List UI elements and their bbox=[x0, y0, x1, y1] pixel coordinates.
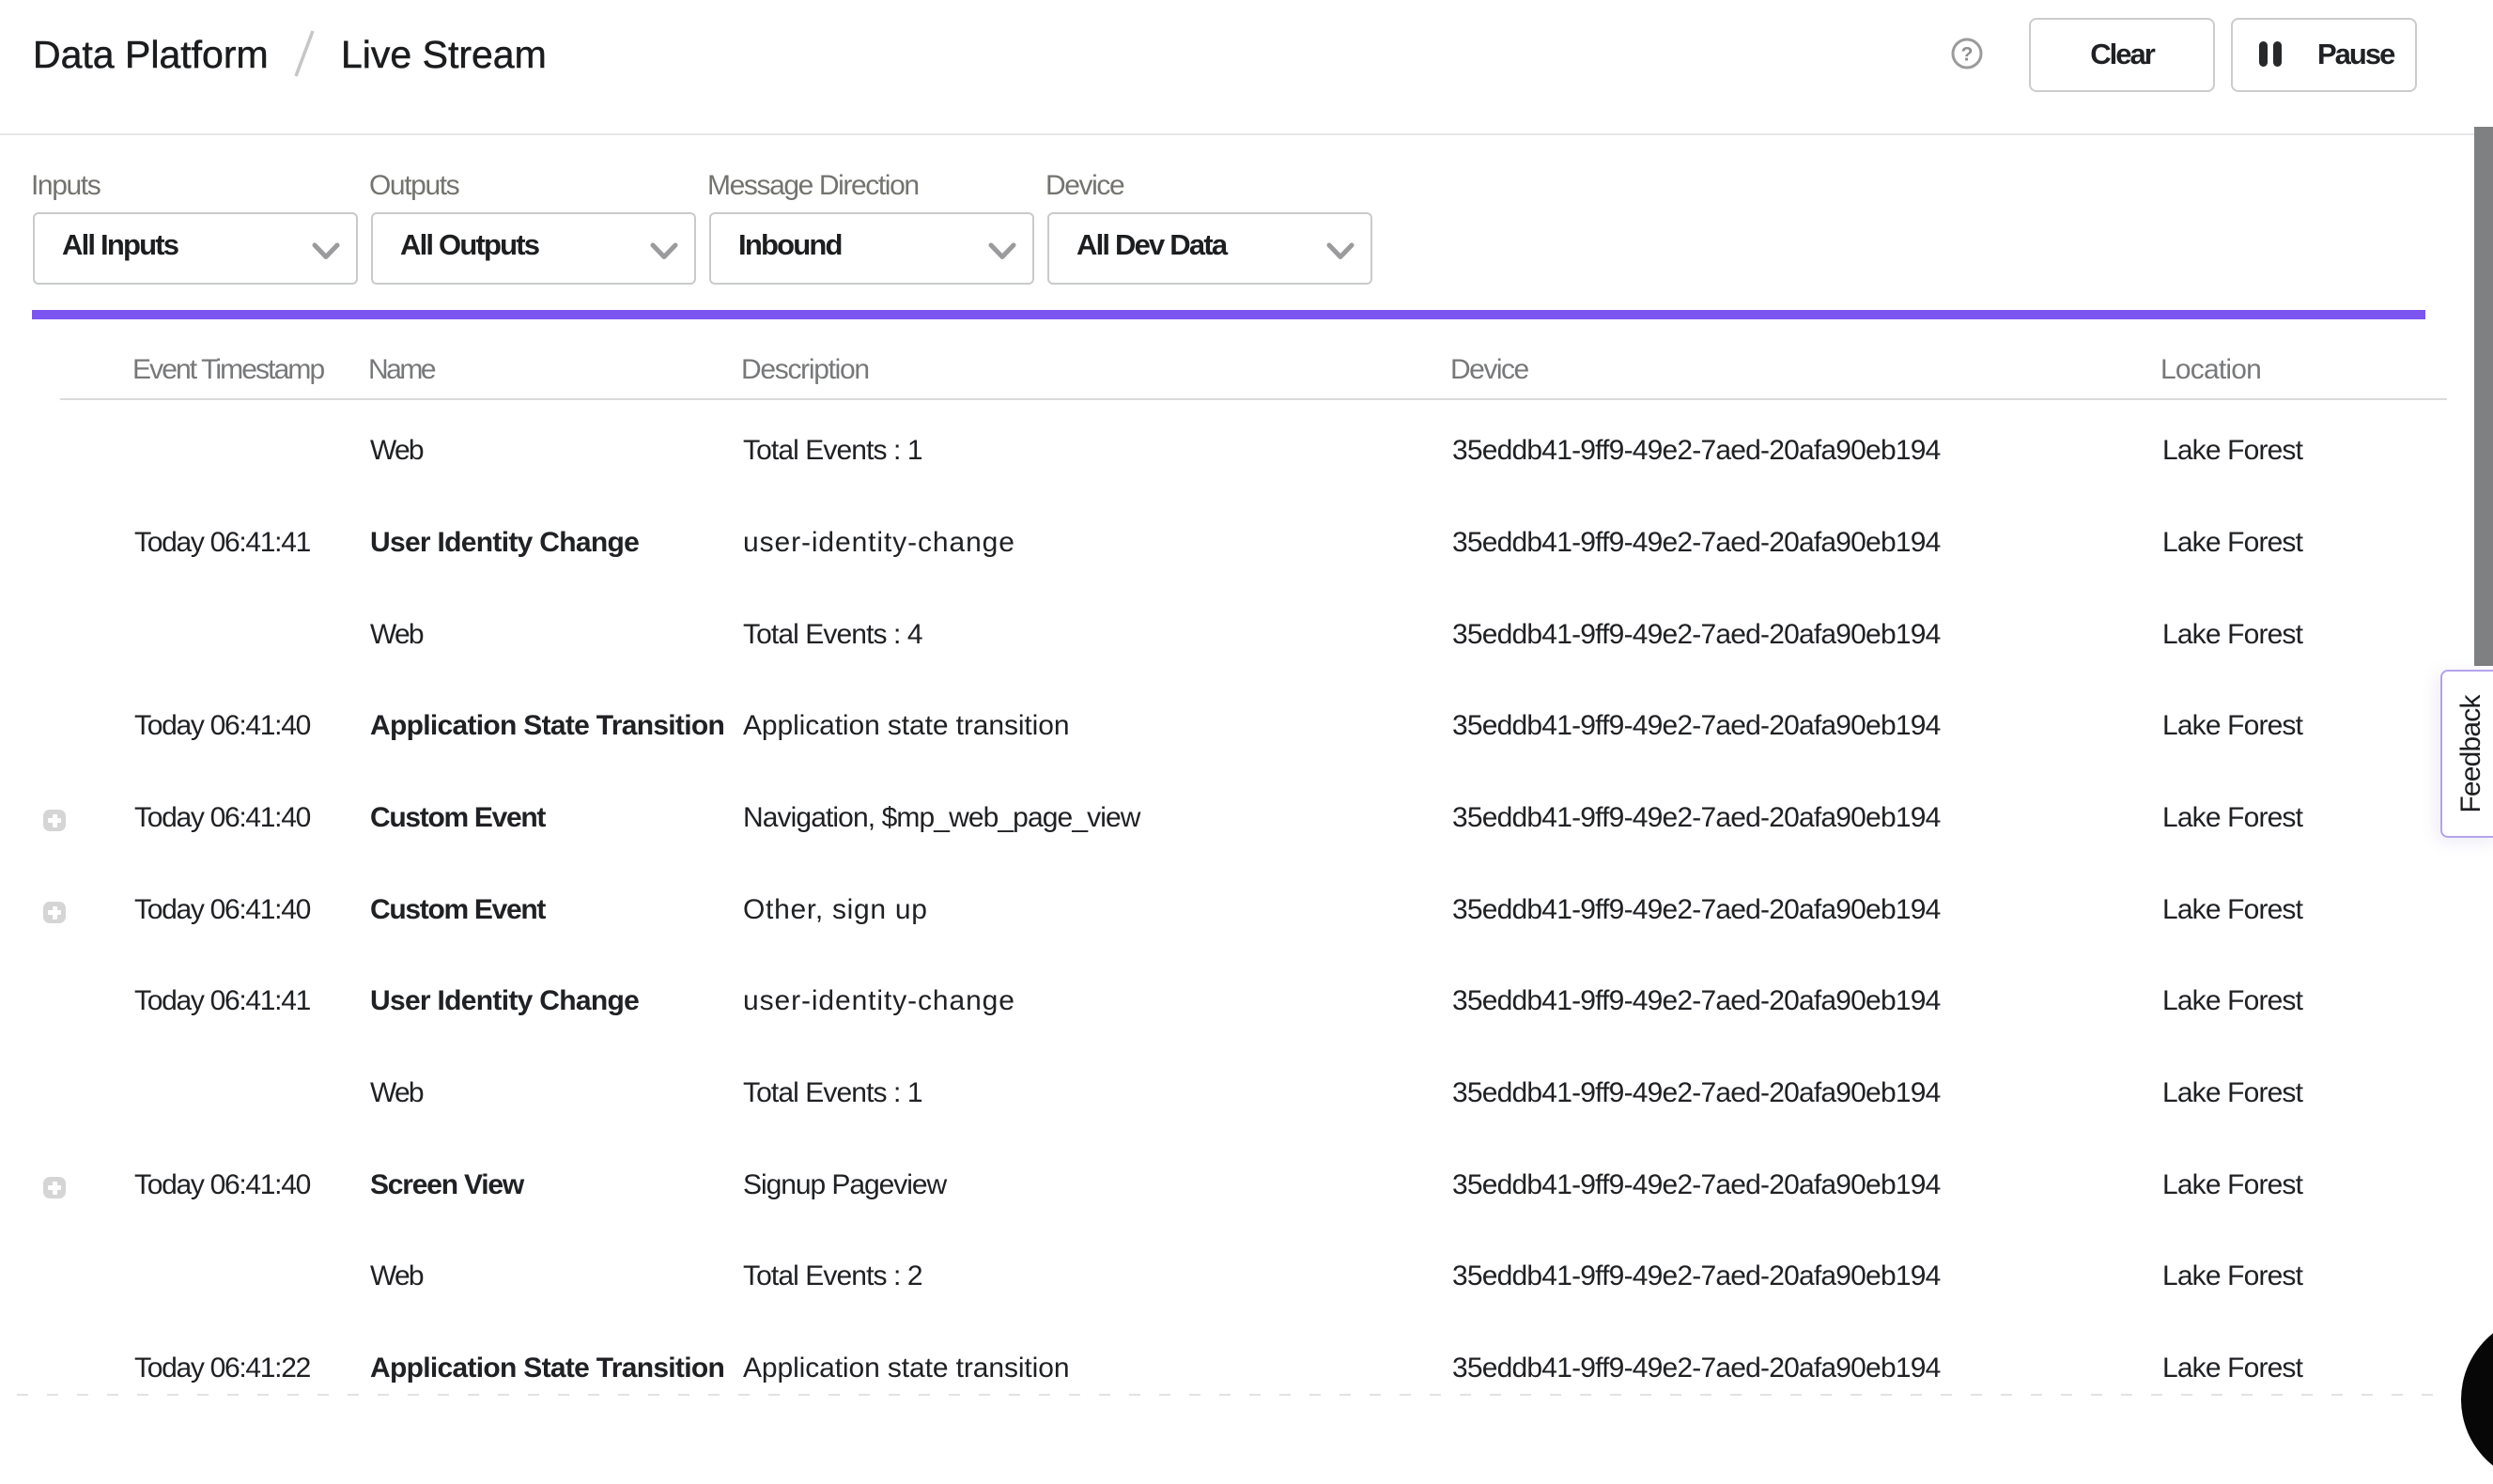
svg-text:?: ? bbox=[1961, 44, 1974, 66]
